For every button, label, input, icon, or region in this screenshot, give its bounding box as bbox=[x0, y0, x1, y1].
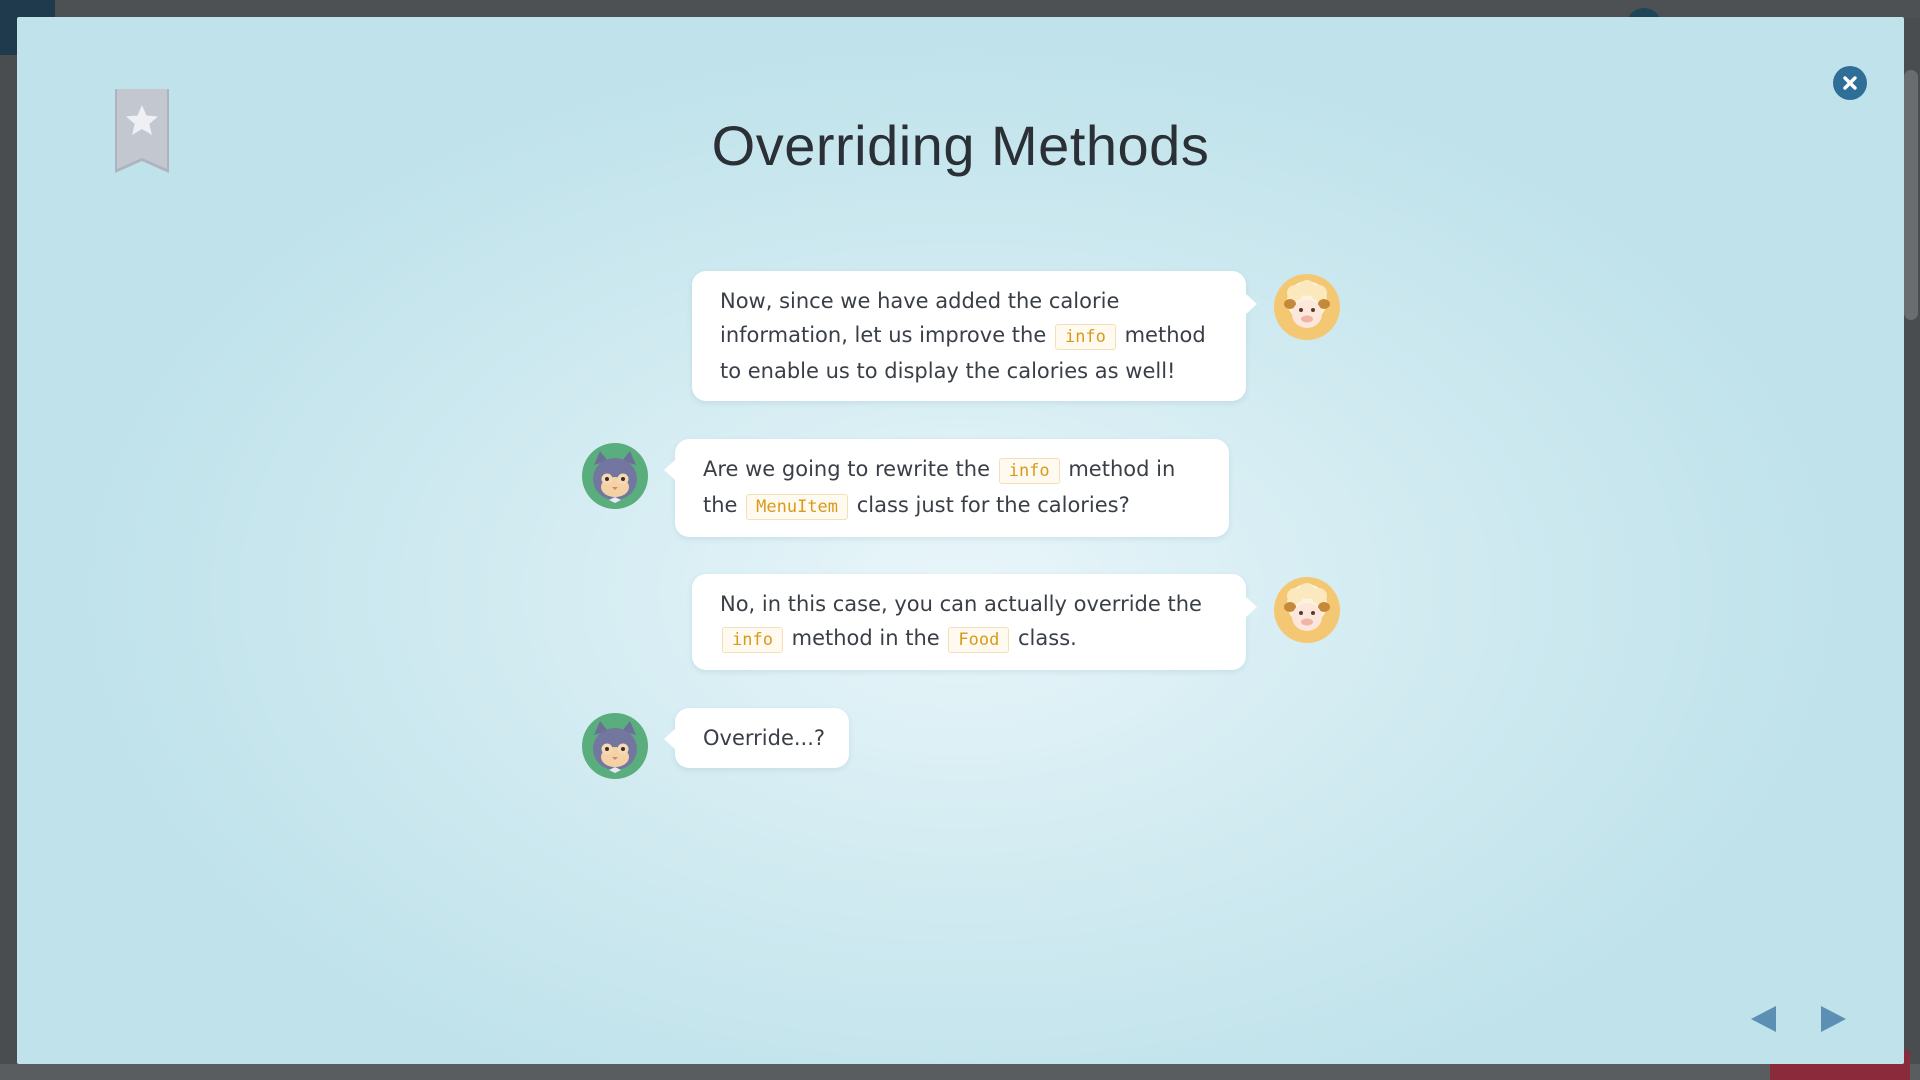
message-text: class. bbox=[1011, 626, 1077, 650]
cat-avatar bbox=[582, 443, 648, 509]
triangle-left-icon bbox=[1751, 1006, 1776, 1032]
message-text: No, in this case, you can actually overr… bbox=[720, 592, 1202, 616]
triangle-right-icon bbox=[1821, 1006, 1846, 1032]
page-title: Overriding Methods bbox=[711, 114, 1210, 177]
previous-slide-button[interactable] bbox=[1748, 1003, 1780, 1035]
chat-bubble-4: Override...? bbox=[664, 708, 849, 768]
chat-bubble-1: Now, since we have added the calorie inf… bbox=[692, 271, 1257, 401]
inline-code: MenuItem bbox=[746, 494, 849, 520]
inline-code: info bbox=[1054, 324, 1116, 350]
chat-bubble-2: Are we going to rewrite the info method … bbox=[664, 439, 1229, 537]
message-text: method in the bbox=[784, 626, 947, 650]
next-slide-button[interactable] bbox=[1817, 1003, 1849, 1035]
inline-code: Food bbox=[948, 627, 1010, 653]
inline-code: info bbox=[998, 458, 1060, 484]
message-text: Are we going to rewrite the bbox=[703, 457, 997, 481]
background-scrollbar bbox=[1904, 70, 1918, 320]
lesson-modal: Overriding Methods Now, since we have ad… bbox=[17, 17, 1904, 1064]
close-icon bbox=[1843, 76, 1857, 90]
message-text: Override...? bbox=[703, 726, 826, 750]
sheep-avatar bbox=[1274, 577, 1340, 643]
background-app-bottombar bbox=[0, 1064, 1920, 1080]
cat-avatar bbox=[582, 713, 648, 779]
message-text: class just for the calories? bbox=[850, 493, 1130, 517]
close-button[interactable] bbox=[1833, 66, 1867, 100]
chat-bubble-3: No, in this case, you can actually overr… bbox=[692, 574, 1257, 670]
sheep-avatar bbox=[1274, 274, 1340, 340]
inline-code: info bbox=[722, 627, 783, 653]
